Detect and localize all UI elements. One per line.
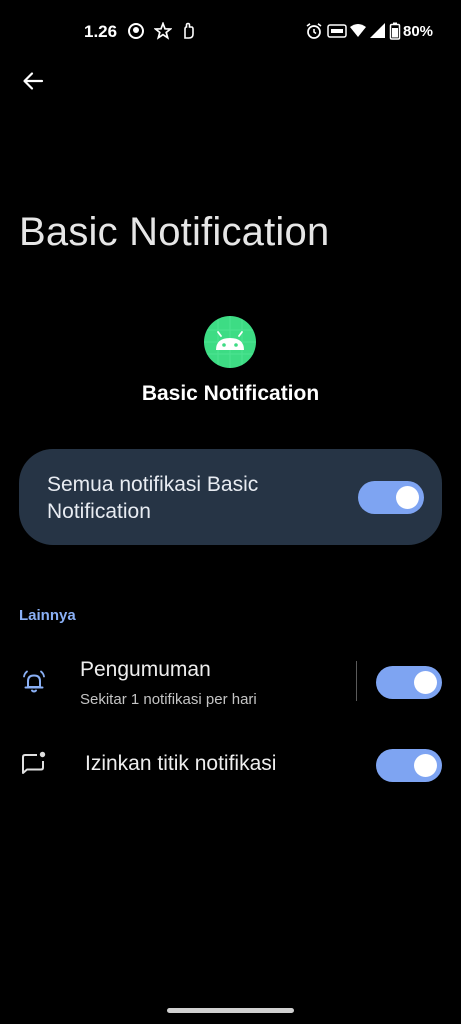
arrow-back-icon bbox=[23, 72, 44, 90]
notification-dot-switch[interactable] bbox=[376, 749, 442, 782]
face-icon bbox=[128, 23, 144, 39]
star-icon bbox=[154, 22, 172, 40]
all-notifications-switch[interactable] bbox=[358, 481, 424, 514]
all-notifications-toggle-row[interactable]: Semua notifikasi Basic Notification bbox=[19, 449, 442, 545]
all-notifications-label: Semua notifikasi Basic Notification bbox=[47, 473, 259, 523]
wifi-icon bbox=[350, 24, 366, 37]
announcement-switch[interactable] bbox=[376, 666, 442, 699]
battery-icon bbox=[389, 22, 401, 40]
channel-subtitle-announcement: Sekitar 1 notifikasi per hari bbox=[80, 691, 257, 708]
switch-thumb bbox=[396, 486, 419, 509]
section-header-other: Lainnya bbox=[19, 607, 76, 624]
page-title: Basic Notification bbox=[19, 210, 330, 254]
app-name: Basic Notification bbox=[141, 382, 320, 405]
back-button[interactable] bbox=[14, 62, 52, 100]
android-icon bbox=[204, 316, 256, 368]
notification-dot-label: Izinkan titik notifikasi bbox=[85, 752, 277, 775]
status-time: 1.26 bbox=[84, 22, 118, 41]
app-icon bbox=[204, 316, 256, 368]
alarm-icon bbox=[306, 23, 322, 39]
row-divider bbox=[356, 661, 357, 701]
status-bar: 1.26 80% bbox=[0, 0, 461, 62]
gesture-nav-handle[interactable] bbox=[167, 1008, 294, 1013]
signal-icon bbox=[370, 23, 385, 38]
volte-icon bbox=[327, 24, 347, 38]
notification-dot-icon bbox=[22, 751, 46, 774]
hand-icon bbox=[184, 22, 194, 39]
battery-percentage: 80% bbox=[403, 23, 434, 40]
bell-ring-icon bbox=[23, 670, 45, 693]
channel-title-announcement: Pengumuman bbox=[80, 658, 211, 681]
switch-thumb bbox=[414, 754, 437, 777]
switch-thumb bbox=[414, 671, 437, 694]
